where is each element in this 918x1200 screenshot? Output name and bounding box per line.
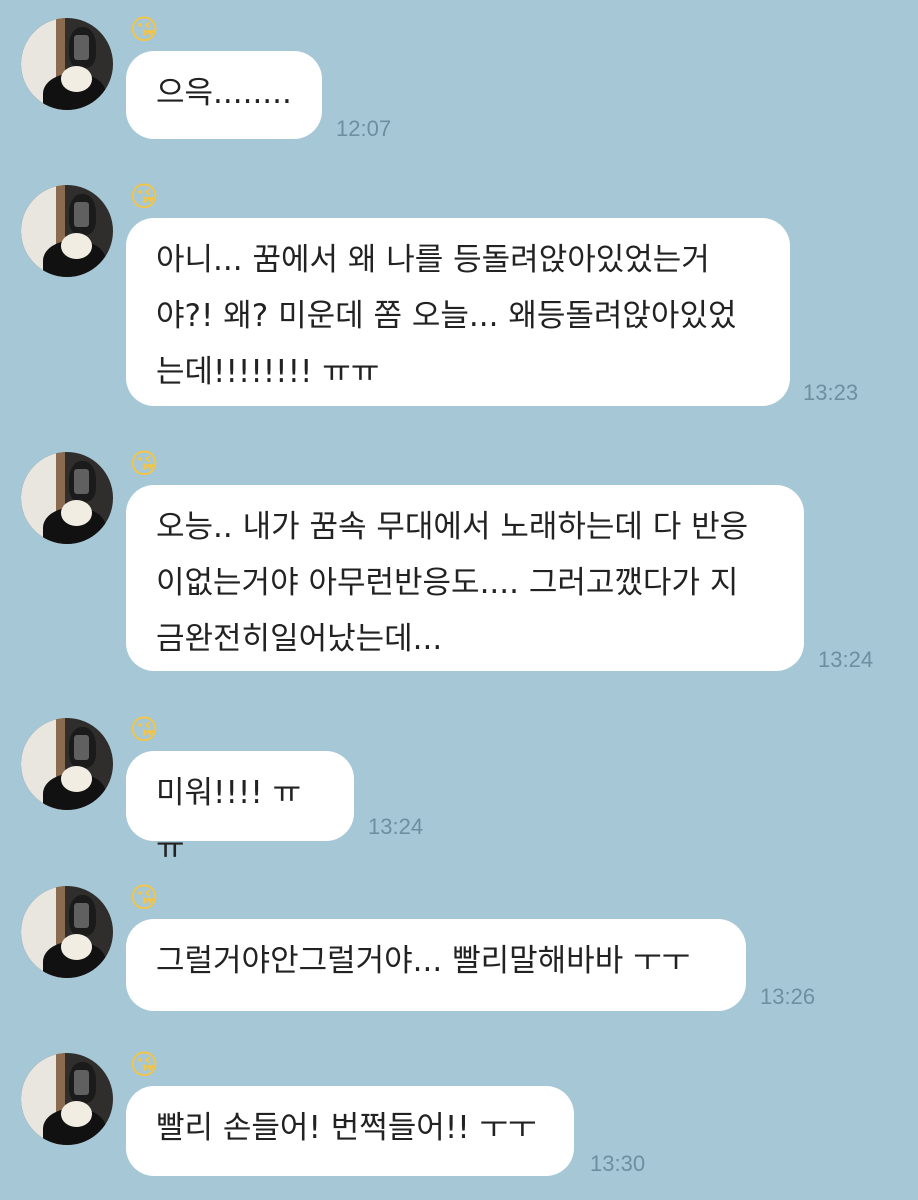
message-row: 😘 아니... 꿈에서 왜 나를 등돌려앉아있었는거 야?! 왜? 미운데 쫌 …: [0, 181, 918, 415]
kiss-emoji-icon: 😘: [129, 447, 159, 480]
kiss-emoji-icon: 😘: [129, 13, 159, 46]
message-bubble[interactable]: 빨리 손들어! 번쩍들어!! ㅜㅜ: [126, 1086, 574, 1176]
message-row: 😘 그럴거야안그럴거야... 빨리말해바바 ㅜㅜ 13:26: [0, 882, 918, 1016]
message-row: 😘 오능.. 내가 꿈속 무대에서 노래하는데 다 반응 이없는거야 아무런반응…: [0, 448, 918, 677]
message-time: 13:24: [368, 814, 424, 839]
message-bubble[interactable]: 미워!!!! ㅠㅠ: [126, 751, 354, 867]
message-bubble[interactable]: 오능.. 내가 꿈속 무대에서 노래하는데 다 반응 이없는거야 아무런반응도.…: [126, 485, 804, 671]
message-bubble[interactable]: 으윽........: [126, 51, 322, 139]
avatar-phone: [74, 734, 90, 761]
kiss-emoji-icon: 😘: [129, 180, 159, 213]
avatar[interactable]: [21, 18, 113, 110]
avatar-dog: [60, 232, 92, 259]
message-time: 13:24: [818, 647, 874, 672]
kiss-emoji-icon: 😘: [129, 713, 159, 746]
kiss-emoji-icon: 😘: [129, 1048, 159, 1081]
avatar-phone: [74, 902, 90, 929]
avatar-phone: [74, 201, 90, 228]
avatar-phone: [74, 34, 90, 61]
message-time: 13:23: [803, 380, 859, 405]
message-time: 13:30: [590, 1151, 646, 1176]
message-bubble[interactable]: 아니... 꿈에서 왜 나를 등돌려앉아있었는거 야?! 왜? 미운데 쫌 오늘…: [126, 218, 790, 406]
avatar[interactable]: [21, 185, 113, 277]
avatar[interactable]: [21, 1053, 113, 1145]
message-time: 12:07: [336, 116, 392, 141]
kiss-emoji-icon: 😘: [129, 881, 159, 914]
avatar-phone: [74, 1069, 90, 1096]
message-bubble[interactable]: 그럴거야안그럴거야... 빨리말해바바 ㅜㅜ: [126, 919, 746, 1011]
message-row: 😘 빨리 손들어! 번쩍들어!! ㅜㅜ 13:30: [0, 1049, 918, 1183]
avatar[interactable]: [21, 452, 113, 544]
avatar-dog: [60, 765, 92, 792]
avatar-dog: [60, 499, 92, 526]
avatar-dog: [60, 1100, 92, 1127]
avatar-dog: [60, 933, 92, 960]
avatar[interactable]: [21, 886, 113, 978]
message-row: 😘 미워!!!! ㅠㅠ 13:24: [0, 714, 918, 867]
message-row: 😘 으윽........ 12:07: [0, 14, 918, 148]
avatar[interactable]: [21, 718, 113, 810]
message-time: 13:26: [760, 984, 816, 1009]
chat-thread: 😘 으윽........ 12:07 😘 아니... 꿈에서 왜 나를 등돌려앉…: [0, 0, 918, 1200]
avatar-phone: [74, 468, 90, 495]
avatar-dog: [60, 65, 92, 92]
